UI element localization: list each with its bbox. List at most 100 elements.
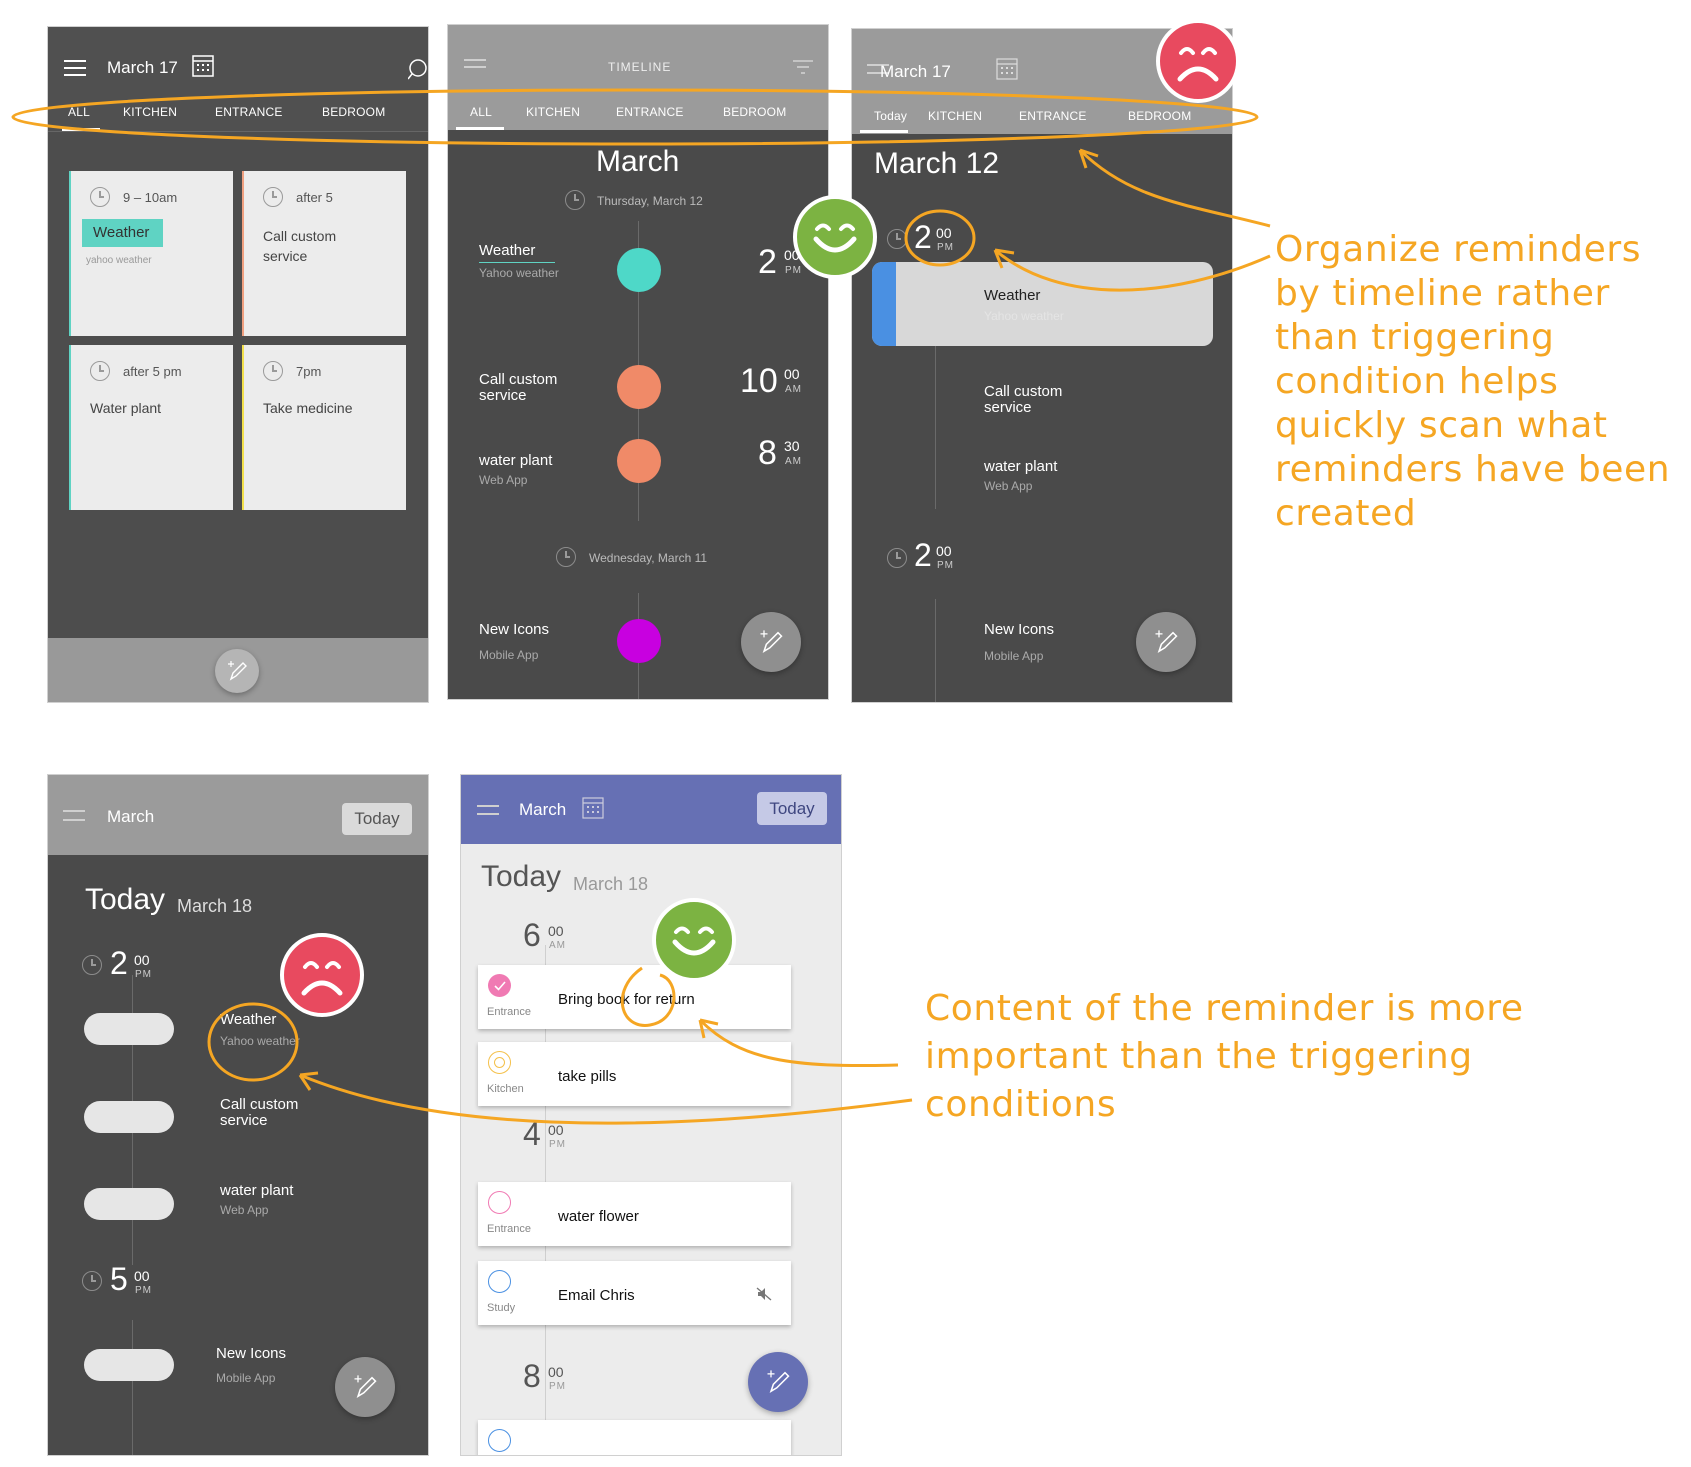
card-time: 7pm [296, 364, 322, 379]
month-title[interactable]: March [519, 800, 566, 820]
reminder-card[interactable]: water flower Entrance [478, 1182, 791, 1246]
item-title[interactable]: Call custom service [479, 372, 557, 404]
clock-icon [82, 1271, 102, 1291]
time-minutes: 00 [936, 543, 952, 559]
month-title[interactable]: March [107, 807, 154, 827]
item-title[interactable]: New Icons [479, 622, 549, 638]
screen-timeline: TIMELINE ALL KITCHEN ENTRANCE BEDROOM Ma… [448, 25, 828, 699]
clock-icon [90, 361, 110, 381]
item-subtitle: Mobile App [984, 649, 1044, 663]
reminder-pill[interactable] [84, 1188, 174, 1220]
item-title[interactable]: water plant [479, 453, 552, 469]
add-reminder-button[interactable] [748, 1352, 808, 1412]
reminder-card[interactable]: Email Chris Study [478, 1261, 791, 1325]
annotation-note: Content of the reminder is more importan… [925, 988, 1524, 1125]
annotation-note: Organize reminders by timeline rather th… [1275, 229, 1671, 534]
calendar-icon[interactable] [582, 797, 604, 819]
reminder-title: take pills [558, 1068, 617, 1085]
item-title[interactable]: New Icons [216, 1346, 286, 1362]
reminder-card[interactable]: Bring book for return Entrance [478, 965, 791, 1029]
reminder-card[interactable]: after 5 pm Water plant [69, 345, 233, 510]
tab-kitchen[interactable]: KITCHEN [526, 105, 580, 119]
time-ampm: AM [785, 384, 802, 395]
reminder-card[interactable]: 7pm Take medicine [242, 345, 406, 510]
tab-entrance[interactable]: ENTRANCE [616, 105, 684, 119]
circle-icon[interactable] [488, 1429, 511, 1452]
menu-icon[interactable] [464, 59, 486, 75]
circle-icon[interactable] [488, 1191, 511, 1214]
menu-icon[interactable] [477, 805, 499, 821]
tab-indicator [456, 127, 504, 130]
reminder-card[interactable]: 9 – 10am Weather yahoo weather [69, 171, 233, 336]
day-label: Wednesday, March 11 [589, 551, 708, 565]
item-title[interactable]: Call custom service [984, 384, 1062, 416]
clock-icon [556, 547, 576, 567]
tab-bedroom[interactable]: BEDROOM [723, 105, 786, 119]
reminder-pill[interactable] [84, 1101, 174, 1133]
tab-entrance[interactable]: ENTRANCE [1019, 109, 1087, 123]
time-minutes: 00 [936, 225, 952, 241]
reminder-pill[interactable] [84, 1349, 174, 1381]
screen-day-timeline: March 17 Today KITCHEN ENTRANCE BEDROOM … [852, 29, 1232, 702]
today-button[interactable]: Today [342, 803, 412, 835]
alarm-icon[interactable] [488, 1051, 511, 1074]
item-subtitle: Web App [220, 1203, 269, 1217]
item-title[interactable]: water plant [220, 1183, 293, 1199]
time-hour: 8 [523, 1358, 541, 1394]
timeline-dot[interactable] [617, 439, 661, 483]
timeline-dot[interactable] [617, 248, 661, 292]
add-reminder-button[interactable] [215, 649, 259, 693]
item-title[interactable]: water plant [984, 459, 1057, 475]
item-title[interactable]: Weather [479, 243, 535, 259]
timeline-line [132, 1320, 133, 1455]
filter-icon[interactable] [793, 60, 813, 76]
menu-icon[interactable] [63, 810, 85, 826]
reminder-card[interactable] [478, 1420, 791, 1455]
check-circle-icon[interactable] [488, 974, 511, 997]
add-reminder-button[interactable] [1136, 612, 1196, 672]
reminder-pill[interactable] [84, 1013, 174, 1045]
item-title: Weather [984, 287, 1041, 304]
card-title: Call custom service [263, 228, 337, 264]
search-icon[interactable] [408, 59, 428, 81]
reminder-card[interactable]: take pills Kitchen [478, 1042, 791, 1106]
reminder-title: water flower [558, 1208, 639, 1225]
circle-icon[interactable] [488, 1270, 511, 1293]
pencil-icon [354, 1375, 377, 1399]
tab-bedroom[interactable]: BEDROOM [1128, 109, 1191, 123]
timeline-line [935, 599, 936, 702]
menu-icon[interactable] [64, 60, 86, 76]
calendar-icon[interactable] [996, 58, 1018, 80]
pencil-icon [1155, 630, 1178, 654]
time-hour: 2 [758, 243, 777, 281]
reminder-card[interactable]: after 5 Call custom service [242, 171, 406, 336]
mute-icon[interactable] [756, 1287, 772, 1301]
tab-all[interactable]: ALL [470, 105, 492, 119]
item-title[interactable]: New Icons [984, 622, 1054, 638]
tab-kitchen[interactable]: KITCHEN [123, 105, 177, 119]
selected-reminder[interactable]: Weather Yahoo weather [872, 262, 1213, 346]
tab-today[interactable]: Today [874, 109, 907, 123]
clock-icon [82, 955, 102, 975]
reminder-location: Entrance [487, 1006, 532, 1018]
tab-all[interactable]: ALL [68, 105, 90, 119]
timeline-dot[interactable] [617, 619, 661, 663]
clock-icon [263, 361, 283, 381]
screen-today-light: March Today Today March 18 6 00 AM Bring… [461, 775, 841, 1455]
item-title[interactable]: Weather [220, 1012, 276, 1028]
add-reminder-button[interactable] [335, 1357, 395, 1417]
today-button[interactable]: Today [757, 792, 827, 825]
date-title[interactable]: March 17 [107, 58, 178, 78]
timeline-dot[interactable] [617, 365, 661, 409]
tab-bedroom[interactable]: BEDROOM [322, 105, 385, 119]
tab-kitchen[interactable]: KITCHEN [928, 109, 982, 123]
item-title[interactable]: Call custom service [220, 1097, 298, 1129]
item-subtitle: Yahoo weather [984, 309, 1064, 323]
calendar-icon[interactable] [192, 55, 214, 77]
item-subtitle: Yahoo weather [220, 1034, 300, 1048]
add-reminder-button[interactable] [741, 612, 801, 672]
tab-entrance[interactable]: ENTRANCE [215, 105, 283, 119]
time-ampm: AM [785, 456, 802, 467]
time-minutes: 30 [784, 438, 800, 454]
date-title[interactable]: March 17 [880, 62, 951, 82]
